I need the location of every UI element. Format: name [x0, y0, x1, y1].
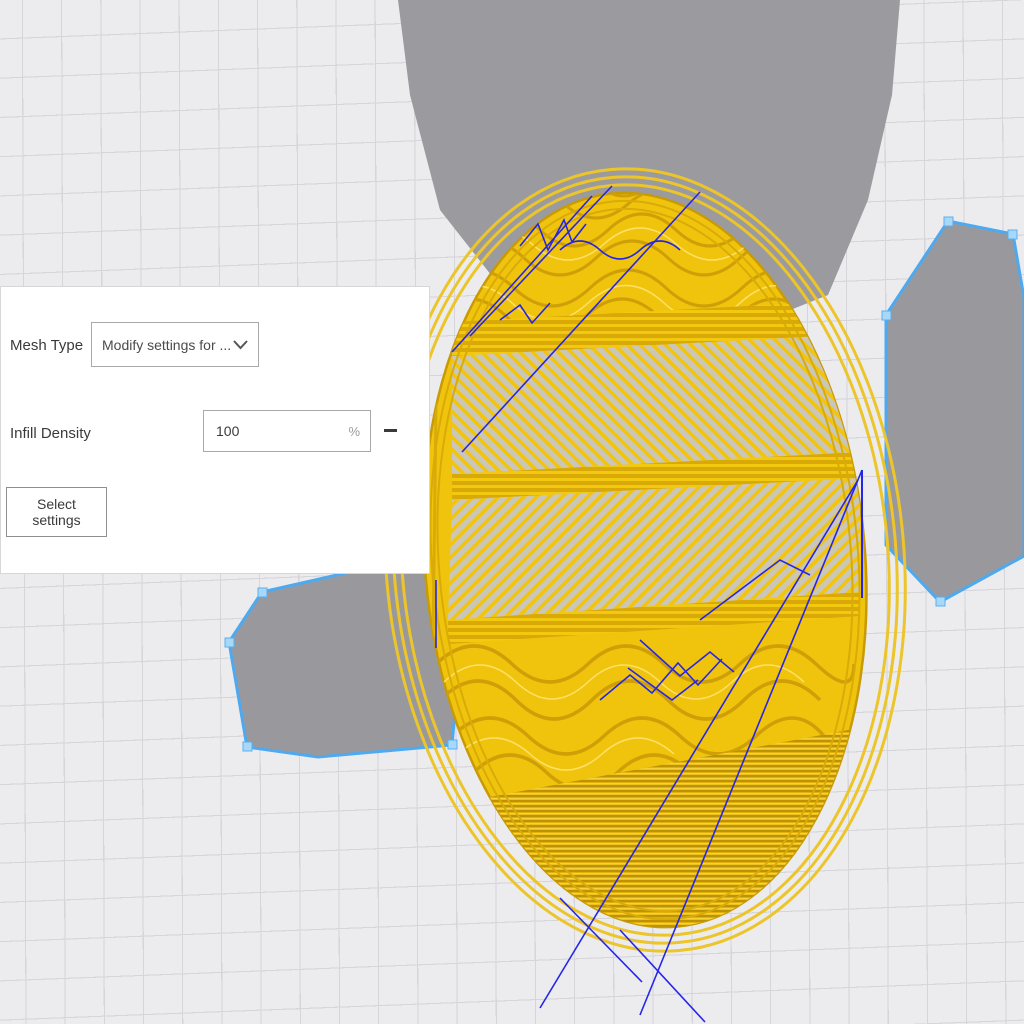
mesh-type-dropdown[interactable]: Modify settings for ... [91, 322, 259, 367]
infill-density-input[interactable] [214, 422, 348, 440]
cura-viewport-window: Mesh Type Modify settings for ... Infill… [0, 0, 1024, 1024]
infill-density-unit: % [348, 424, 360, 439]
chevron-down-icon [233, 340, 248, 350]
mesh-type-label: Mesh Type [10, 337, 83, 354]
mesh-type-value: Modify settings for ... [102, 337, 231, 353]
selected-plate-left[interactable] [225, 563, 461, 757]
per-model-settings-panel: Mesh Type Modify settings for ... Infill… [0, 286, 430, 574]
remove-setting-button[interactable] [380, 420, 400, 440]
minus-icon [384, 429, 397, 432]
infill-density-label: Infill Density [10, 425, 91, 442]
infill-density-field[interactable]: % [203, 410, 371, 452]
sliced-model[interactable] [353, 147, 937, 973]
select-settings-button[interactable]: Select settings [6, 487, 107, 537]
